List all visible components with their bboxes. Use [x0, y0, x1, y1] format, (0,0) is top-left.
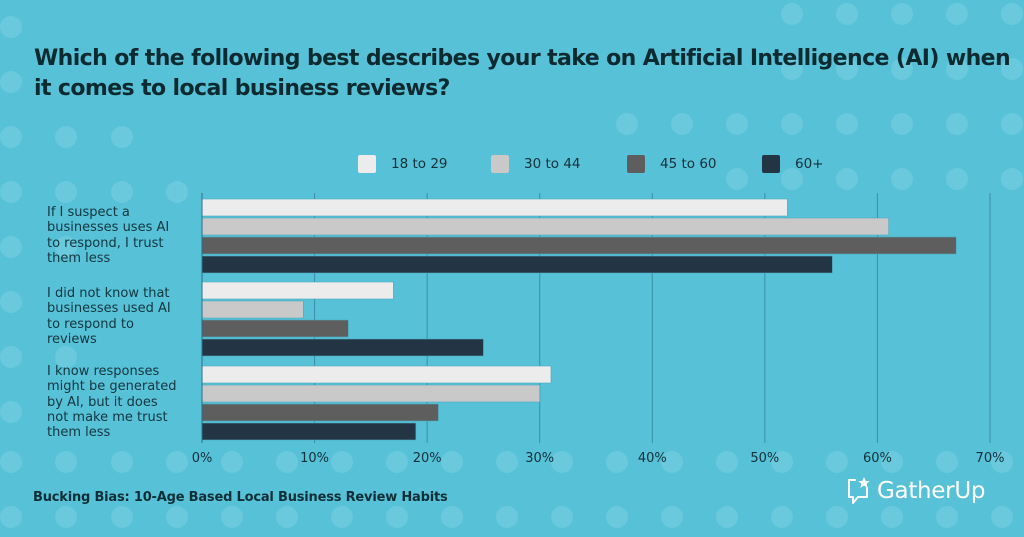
footer-source: Bucking Bias: 10-Age Based Local Busines… — [33, 490, 448, 505]
bar — [201, 217, 889, 236]
logo-text: GatherUp — [877, 478, 986, 504]
x-tick-label: 20% — [413, 451, 442, 466]
x-tick-label: 0% — [192, 451, 213, 466]
bar — [201, 422, 417, 441]
bar — [201, 300, 304, 319]
x-tick-label: 50% — [750, 451, 779, 466]
bar — [201, 338, 484, 357]
bar-chart: 0% 10% 20% 30% 40% 50% 60% 70% — [192, 193, 1005, 466]
x-tick-label: 40% — [638, 451, 667, 466]
bar — [201, 365, 552, 384]
x-tick-label: 30% — [525, 451, 554, 466]
bar — [201, 236, 957, 255]
x-tick-label: 70% — [976, 451, 1005, 466]
bar — [201, 281, 394, 300]
bar — [201, 198, 788, 217]
x-tick-label: 60% — [863, 451, 892, 466]
x-tick-label: 10% — [300, 451, 329, 466]
bar — [201, 403, 439, 422]
bar — [201, 255, 833, 274]
bar — [201, 384, 541, 403]
bar — [201, 319, 349, 338]
gatherup-logo: GatherUp — [846, 476, 985, 506]
speech-bubble-star-icon — [848, 477, 870, 504]
